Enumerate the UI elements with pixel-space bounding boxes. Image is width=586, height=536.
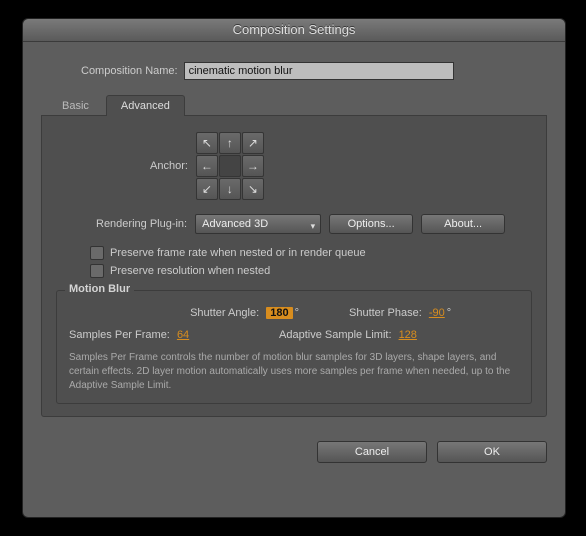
anchor-center[interactable] [219,155,241,177]
tab-advanced[interactable]: Advanced [106,95,185,116]
anchor-bottom-right[interactable]: ↘ [242,178,264,200]
shutter-phase-label: Shutter Phase: [349,307,422,319]
cancel-button[interactable]: Cancel [317,441,427,463]
shutter-phase-value[interactable]: -90 [429,307,445,319]
arrow-up-left-icon: ↖ [202,137,212,149]
anchor-label: Anchor: [150,160,188,172]
motion-blur-legend: Motion Blur [65,283,134,295]
shutter-angle-label: Shutter Angle: [190,307,259,319]
preserve-resolution-label: Preserve resolution when nested [110,265,270,277]
rendering-plugin-row: Rendering Plug-in: Advanced 3D Options..… [56,214,532,234]
anchor-top-left[interactable]: ↖ [196,132,218,154]
adaptive-sample-limit-label: Adaptive Sample Limit: [279,329,392,341]
anchor-top-right[interactable]: ↗ [242,132,264,154]
ok-button[interactable]: OK [437,441,547,463]
rendering-plugin-label: Rendering Plug-in: [96,218,187,230]
shutter-row: Shutter Angle: 180° Shutter Phase: -90° [69,307,519,319]
samples-per-frame-label: Samples Per Frame: [69,329,170,341]
anchor-grid: ↖ ↑ ↗ ← → ↙ ↓ ↘ [196,132,264,200]
anchor-right[interactable]: → [242,155,264,177]
arrow-up-icon: ↑ [227,137,233,149]
window-title: Composition Settings [23,19,565,42]
arrow-down-left-icon: ↙ [202,183,212,195]
arrow-down-icon: ↓ [227,183,233,195]
tab-bar: Basic Advanced [41,94,547,116]
shutter-angle-value[interactable]: 180 [266,307,292,319]
rendering-plugin-select[interactable]: Advanced 3D [195,214,321,234]
arrow-right-icon: → [247,160,259,172]
anchor-bottom[interactable]: ↓ [219,178,241,200]
window-content: Composition Name: Basic Advanced Anchor:… [23,42,565,429]
anchor-row: Anchor: ↖ ↑ ↗ ← → ↙ ↓ ↘ [56,132,532,200]
composition-settings-window: Composition Settings Composition Name: B… [22,18,566,518]
motion-blur-help-text: Samples Per Frame controls the number of… [69,351,519,393]
degree-symbol-2: ° [447,307,451,319]
anchor-left[interactable]: ← [196,155,218,177]
anchor-bottom-left[interactable]: ↙ [196,178,218,200]
composition-name-input[interactable] [184,62,454,80]
samples-per-frame-value[interactable]: 64 [177,329,189,341]
advanced-panel: Anchor: ↖ ↑ ↗ ← → ↙ ↓ ↘ Rendering Plug-i… [41,116,547,417]
preserve-frame-rate-label: Preserve frame rate when nested or in re… [110,247,366,259]
arrow-up-right-icon: ↗ [248,137,258,149]
arrow-down-right-icon: ↘ [248,183,258,195]
preserve-resolution-row: Preserve resolution when nested [56,264,532,278]
preserve-resolution-checkbox[interactable] [90,264,104,278]
anchor-top[interactable]: ↑ [219,132,241,154]
options-button[interactable]: Options... [329,214,413,234]
dialog-footer: Cancel OK [23,429,565,475]
about-button[interactable]: About... [421,214,505,234]
preserve-frame-rate-row: Preserve frame rate when nested or in re… [56,246,532,260]
motion-blur-group: Motion Blur Shutter Angle: 180° Shutter … [56,290,532,404]
adaptive-sample-limit-value[interactable]: 128 [399,329,417,341]
tab-basic[interactable]: Basic [47,95,104,116]
samples-row: Samples Per Frame: 64 Adaptive Sample Li… [69,329,519,341]
composition-name-label: Composition Name: [81,65,178,77]
composition-name-row: Composition Name: [41,62,547,80]
arrow-left-icon: ← [201,160,213,172]
preserve-frame-rate-checkbox[interactable] [90,246,104,260]
